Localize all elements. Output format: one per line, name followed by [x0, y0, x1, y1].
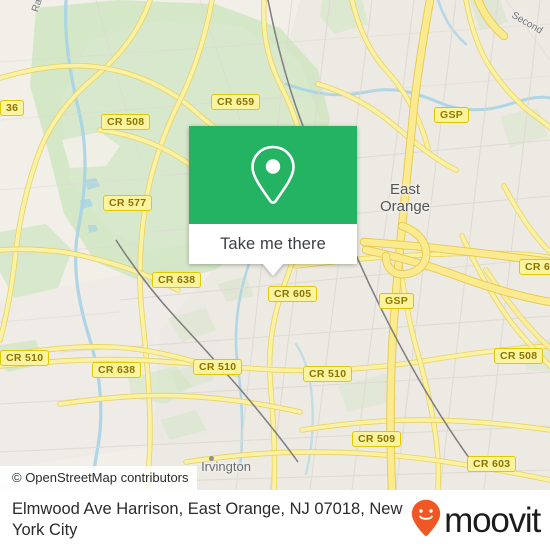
road-shield: CR 508: [494, 348, 544, 364]
road-shield: CR 508: [101, 114, 151, 130]
road-shield: CR 577: [103, 195, 153, 211]
take-me-there-label: Take me there: [220, 234, 326, 253]
road-shield: CR 510: [193, 359, 243, 375]
road-shield: CR 659: [211, 94, 261, 110]
road-shield: CR 658: [519, 259, 550, 275]
road-shield: 36: [0, 100, 25, 116]
moovit-map-screenshot: .land { fill:#f2efe9; } .park { fill:#cf…: [0, 0, 550, 550]
osm-attribution[interactable]: © OpenStreetMap contributors: [0, 466, 197, 490]
location-address-title: Elmwood Ave Harrison, East Orange, NJ 07…: [12, 500, 403, 539]
moovit-logo[interactable]: moovit: [411, 499, 541, 542]
road-shield: CR 638: [92, 362, 142, 378]
popup-body[interactable]: Take me there: [189, 224, 357, 264]
footer-bar: Elmwood Ave Harrison, East Orange, NJ 07…: [0, 490, 550, 550]
road-shield: CR 605: [268, 286, 318, 302]
popup-pointer-tail: [263, 264, 283, 276]
map-pin-icon: [248, 144, 298, 206]
location-popup-card[interactable]: Take me there: [189, 126, 357, 276]
road-shield: GSP: [379, 293, 415, 309]
moovit-wordmark: moovit: [444, 500, 541, 540]
moovit-smiley-pin-icon: [411, 499, 441, 542]
map-canvas[interactable]: .land { fill:#f2efe9; } .park { fill:#cf…: [0, 0, 550, 490]
popup-header: [189, 126, 357, 224]
road-shield: CR 638: [152, 272, 202, 288]
place-label: East Orange: [379, 181, 431, 215]
city-dot-irvington: [209, 456, 214, 461]
road-shield: CR 603: [467, 456, 517, 472]
road-shield: CR 510: [0, 350, 50, 366]
road-shield: CR 509: [352, 431, 402, 447]
road-shield: GSP: [434, 107, 470, 123]
place-label: Irvington: [201, 459, 251, 474]
road-shield: CR 510: [303, 366, 353, 382]
